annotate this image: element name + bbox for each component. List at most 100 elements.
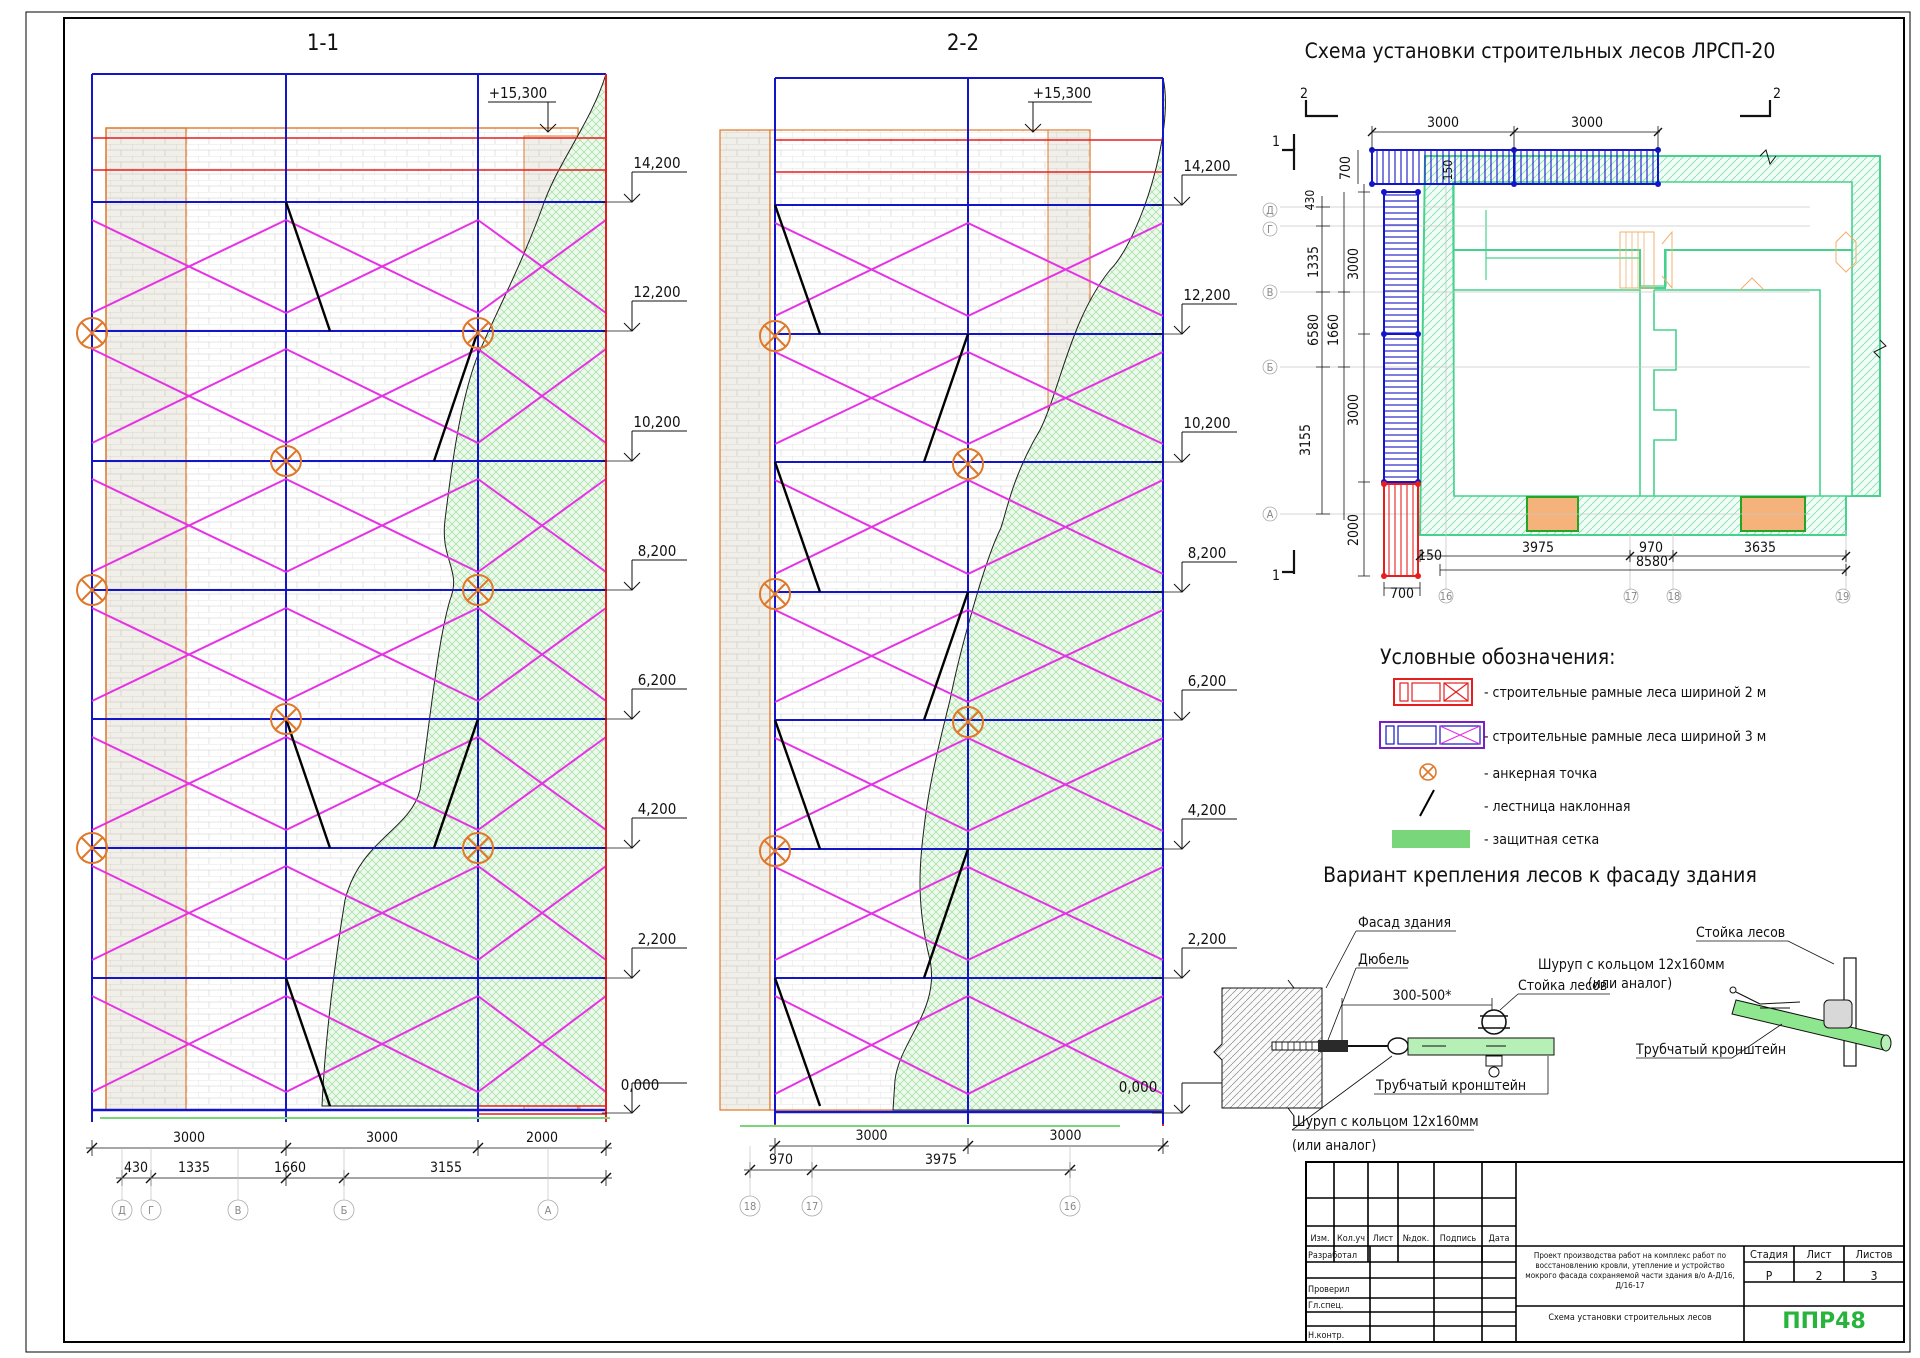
axis-B: Б [1267, 361, 1274, 374]
dimension-label: 3000 [366, 1130, 398, 1146]
tb-list: Лист [1373, 1234, 1394, 1244]
tb-stage-label: Стадия [1750, 1248, 1788, 1261]
level-label: 2,200 [1188, 930, 1227, 948]
dimension-label: 2000 [526, 1130, 558, 1146]
axis-label: Б [341, 1204, 348, 1217]
plan-dim-430: 430 [1303, 190, 1317, 211]
attach-dim: 300-500* [1393, 988, 1452, 1004]
dimension-label: 430 [124, 1160, 148, 1176]
plan-dim-3635: 3635 [1744, 540, 1776, 556]
dimension-label: 3155 [430, 1160, 462, 1176]
section-1-title: 1-1 [307, 31, 339, 56]
row-axes: Д Г В Б А [1262, 202, 1278, 522]
level-marker: 10,200 [602, 413, 687, 462]
dimensions: 3000 3000 970 3975 18 17 16 [739, 1125, 1169, 1217]
axis-label: 17 [806, 1200, 819, 1213]
wall-side [719, 129, 771, 1111]
dimension-label: 3000 [1049, 1128, 1081, 1144]
plan-dim-6580: 6580 [1306, 314, 1322, 346]
tb-kol: Кол.уч [1337, 1234, 1365, 1244]
axis-V: В [1267, 286, 1274, 299]
level-label: 0,000 [1119, 1078, 1158, 1096]
column-axes: 16 17 18 19 [1438, 588, 1851, 604]
plan-dim-3155: 3155 [1298, 424, 1314, 456]
dimension-label: 3000 [173, 1130, 205, 1146]
plan-title: Схема установки строительных лесов ЛРСП-… [1305, 39, 1776, 63]
level-label: 6,200 [638, 671, 677, 689]
axis-18: 18 [1668, 590, 1681, 603]
label-post-right: Стойка лесов [1696, 925, 1785, 941]
label-facade: Фасад здания [1358, 915, 1451, 931]
dimension-label: 1335 [178, 1160, 210, 1176]
anchor-point-icon [1419, 763, 1437, 781]
tb-project-2: восстановлению кровли, утепление и устро… [1535, 1261, 1725, 1270]
legend-anchor-label: - анкерная точка [1484, 766, 1597, 782]
axis-label: 16 [1064, 1200, 1077, 1213]
tb-sheet: 2 [1816, 1269, 1823, 1283]
label-bracket-right: Трубчатый кронштейн [1635, 1042, 1786, 1058]
label-analog-bottom: (или аналог) [1292, 1138, 1376, 1154]
plan-dim-top-2: 3000 [1571, 115, 1603, 131]
dimension-label: 3000 [855, 1128, 887, 1144]
level-label: 8,200 [638, 542, 677, 560]
tb-ndok: №док. [1403, 1234, 1429, 1244]
level-label: 4,200 [1188, 801, 1227, 819]
axis-label: А [545, 1204, 552, 1217]
axis-label: 18 [744, 1200, 757, 1213]
tb-role-dev: Разработал [1308, 1250, 1357, 1261]
cut-1-bottom: 1 [1272, 568, 1280, 584]
level-label: 4,200 [638, 800, 677, 818]
level-label: 12,200 [633, 283, 680, 301]
label-screw-top: Шуруп с кольцом 12x160мм [1538, 957, 1725, 973]
label-analog-top: (или аналог) [1588, 976, 1672, 992]
screw [1318, 1040, 1348, 1052]
dowel [1271, 1041, 1325, 1051]
level-marker: 10,200 [1152, 414, 1237, 463]
level-marker: 14,200 [602, 154, 687, 203]
building-inner [1452, 181, 1853, 497]
drawing-sheet: 1-1 14,20012,20010,2008,2006,2004,2002,2… [25, 11, 1911, 1353]
plan-dim-3000-b: 3000 [1346, 394, 1362, 426]
tb-role-check: Проверил [1308, 1285, 1350, 1295]
top-elevation-mark: +15,300 [488, 84, 557, 133]
plan-dim-150-bottom: 150 [1418, 548, 1442, 564]
plan-dims-bottom [1383, 550, 1851, 596]
legend-3m-label: - строительные рамные леса шириной 3 м [1484, 729, 1766, 745]
scaffold-plan: Схема установки строительных лесов ЛРСП-… [1262, 39, 1887, 604]
level-label: 2,200 [638, 930, 677, 948]
axis-D: Д [1266, 204, 1274, 217]
net-icon [1392, 830, 1470, 848]
legend-ladder-label: - лестница наклонная [1484, 799, 1630, 815]
axis-G: Г [1267, 223, 1273, 236]
label-screw-bottom: Шуруп с кольцом 12x160мм [1292, 1114, 1479, 1130]
tb-izm: Изм. [1310, 1234, 1329, 1244]
level-marker: 12,200 [1152, 286, 1237, 335]
attachment-detail: Вариант крепления лесов к фасаду здания … [1213, 863, 1892, 1154]
level-marker: 2,200 [602, 930, 687, 979]
legend-title: Условные обозначения: [1380, 645, 1615, 669]
dimension-label: 3975 [925, 1152, 957, 1168]
plan-dims-top [1367, 126, 1663, 150]
section-2-2: 2-2 14,200 12,200 10,200 8,200 6,200 4,200 2,2… [719, 31, 1237, 1217]
legend: Условные обозначения: - строительные рам… [1379, 645, 1766, 848]
level-label: 10,200 [633, 413, 680, 431]
scaffold-3m-left [1383, 191, 1419, 483]
plan-dim-3975: 3975 [1522, 540, 1554, 556]
level-marker: 8,200 [1152, 544, 1237, 593]
tb-sheets-label: Листов [1856, 1248, 1893, 1261]
tb-data: Дата [1489, 1234, 1510, 1244]
legend-2m-icon [1393, 678, 1473, 706]
level-marker: 2,200 [1152, 930, 1237, 979]
level-marker: 4,200 [602, 800, 687, 849]
plan-dim-150-top: 150 [1441, 160, 1455, 181]
plan-dim-8580: 8580 [1636, 554, 1668, 570]
level-label: 14,200 [633, 154, 680, 172]
plan-dim-3000-a: 3000 [1346, 248, 1362, 280]
dimension-label: 970 [769, 1152, 793, 1168]
scaffold-2m [1383, 483, 1419, 577]
plan-dim-1335: 1335 [1306, 246, 1322, 278]
tb-podpis: Подпись [1440, 1234, 1477, 1244]
tb-stage: Р [1766, 1269, 1773, 1283]
company-logo: ППР48 [1782, 1309, 1866, 1334]
section-2-title: 2-2 [947, 31, 979, 56]
